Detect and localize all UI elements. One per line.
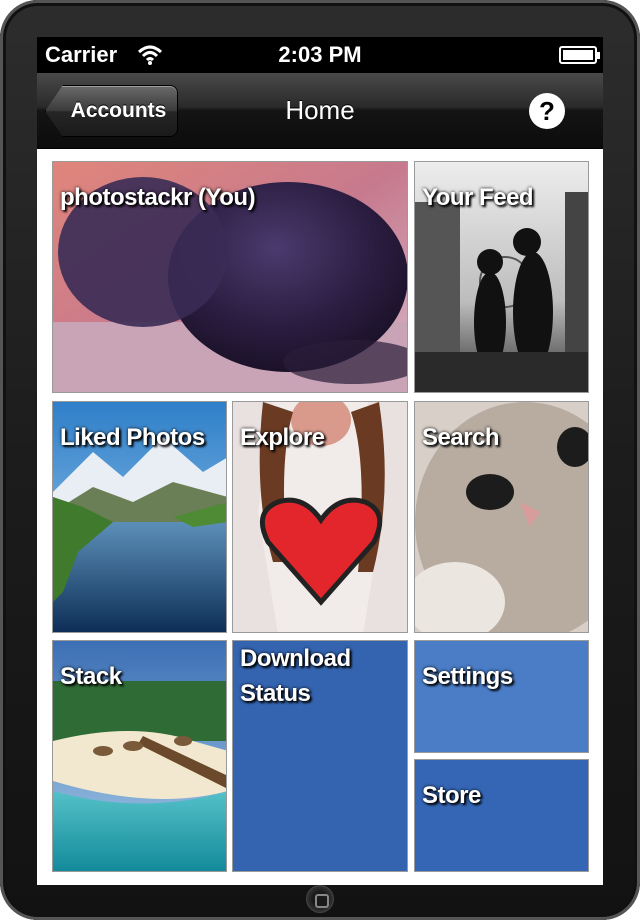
battery-icon — [559, 46, 600, 64]
tile-explore[interactable]: Explore — [232, 401, 408, 633]
tile-settings-label: Settings — [422, 663, 513, 690]
home-button[interactable] — [306, 885, 334, 913]
tile-stack[interactable]: Stack — [52, 640, 227, 872]
device-frame: Carrier 2:03 PM Accounts Home ? photosta… — [0, 0, 640, 920]
tile-download-status[interactable]: Download Status — [232, 640, 408, 872]
navigation-bar: Accounts Home ? — [37, 73, 603, 149]
tile-explore-label: Explore — [240, 424, 325, 451]
tile-settings[interactable]: Settings — [414, 640, 589, 753]
tile-profile[interactable]: photostackr (You) — [52, 161, 408, 393]
tile-your-feed[interactable]: Your Feed — [414, 161, 589, 393]
tile-store[interactable]: Store — [414, 759, 589, 872]
clock: 2:03 PM — [278, 42, 362, 67]
tile-store-label: Store — [422, 782, 481, 809]
tile-your-feed-label: Your Feed — [422, 184, 534, 211]
screen: Carrier 2:03 PM Accounts Home ? photosta… — [37, 37, 603, 885]
tile-liked-photos-label: Liked Photos — [60, 424, 205, 451]
tile-liked-photos[interactable]: Liked Photos — [52, 401, 227, 633]
page-title: Home — [285, 95, 355, 125]
tile-profile-label: photostackr (You) — [60, 184, 256, 211]
help-icon[interactable]: ? — [529, 93, 565, 129]
status-bar: Carrier 2:03 PM — [37, 37, 603, 73]
tile-stack-label: Stack — [60, 663, 122, 690]
tile-download-status-label: Download Status — [240, 645, 351, 707]
tile-search[interactable]: Search — [414, 401, 589, 633]
tile-search-label: Search — [422, 424, 500, 451]
